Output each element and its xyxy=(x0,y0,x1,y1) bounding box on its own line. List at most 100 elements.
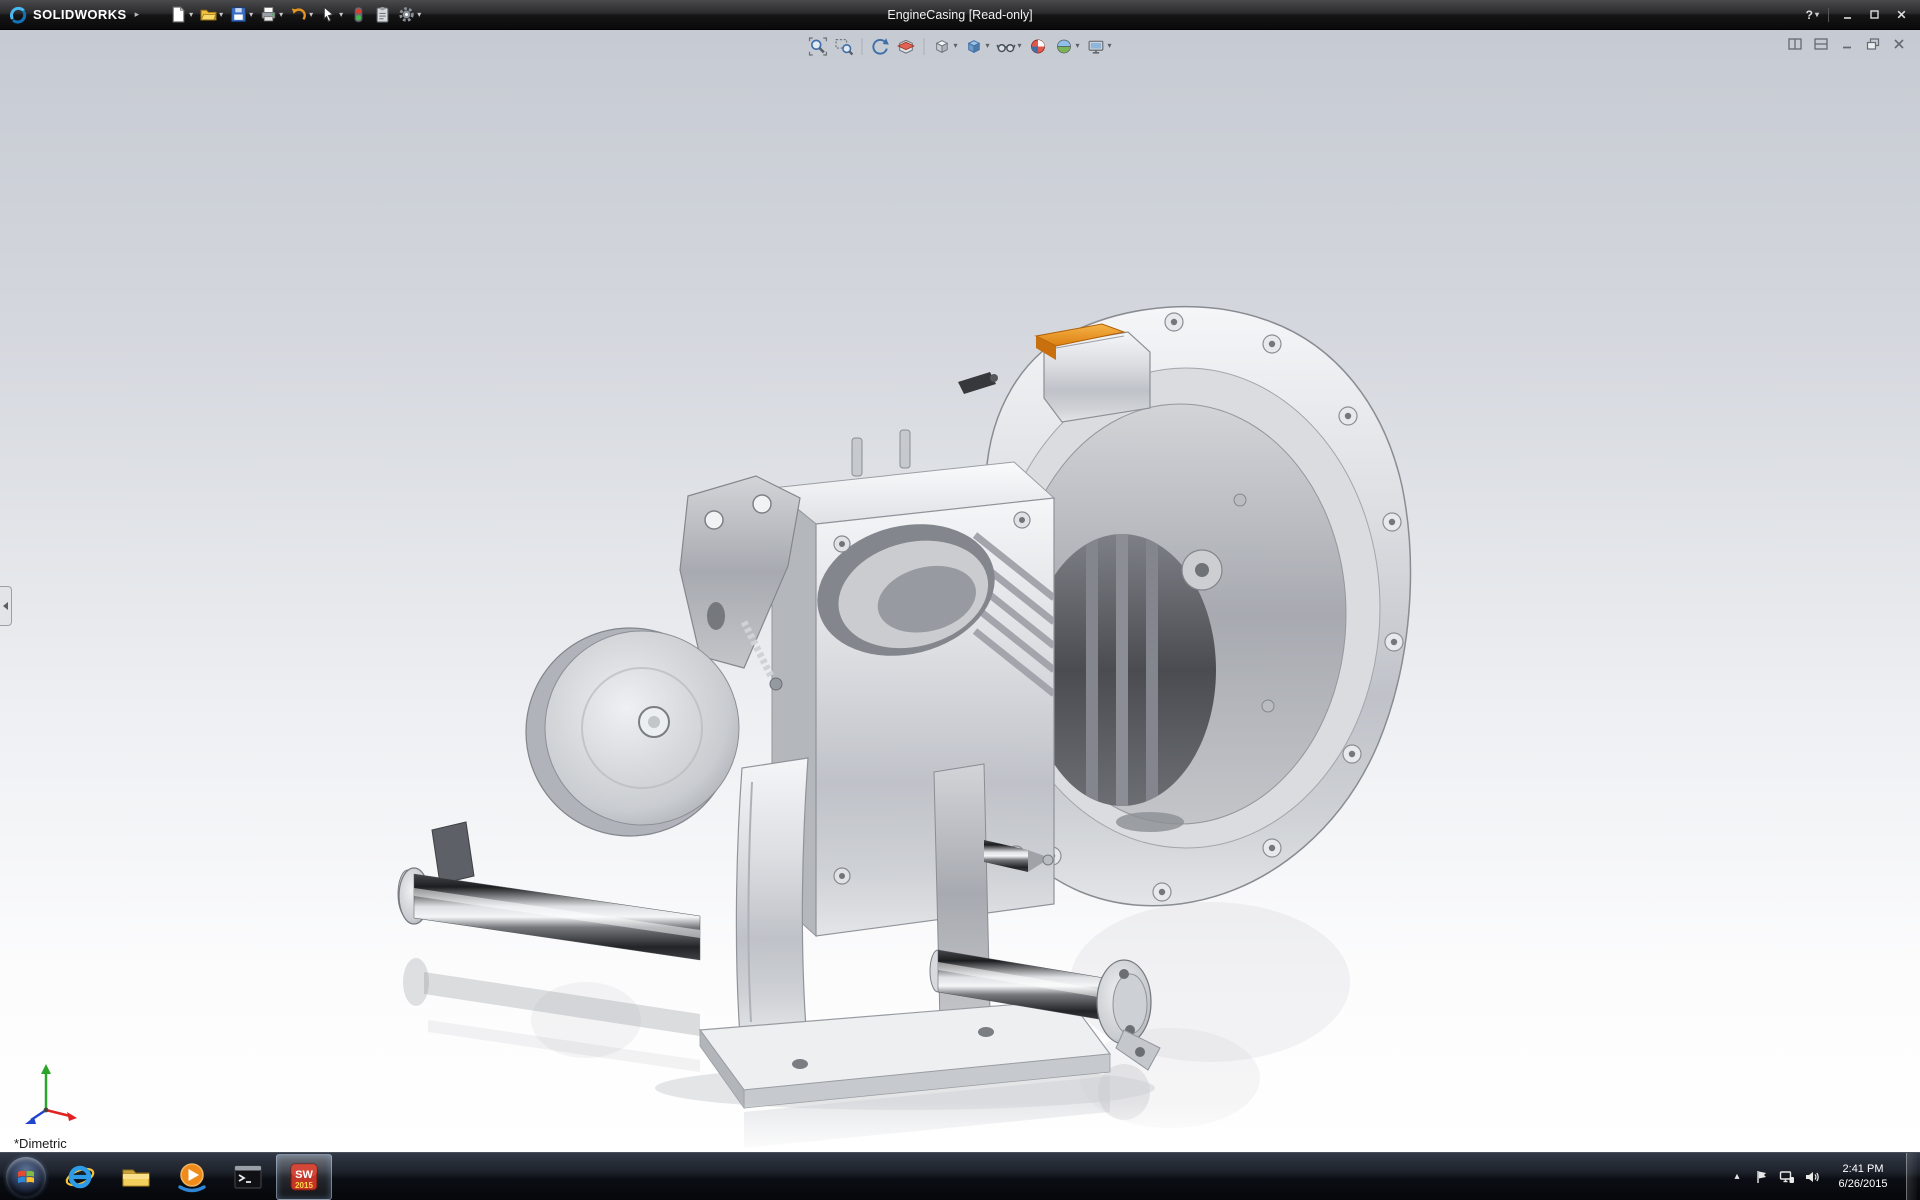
open-button[interactable]: ▾ xyxy=(197,3,226,27)
undo-arrow-icon xyxy=(290,6,307,23)
view-settings-button[interactable]: ▾ xyxy=(1084,34,1115,58)
windows-flag-icon xyxy=(16,1167,36,1187)
divider xyxy=(923,38,924,55)
view-orientation-button[interactable]: ▾ xyxy=(929,34,960,58)
dropdown-arrow-icon[interactable]: ▾ xyxy=(1017,42,1021,50)
solidworks-logo-icon xyxy=(8,5,28,25)
print-button[interactable]: ▾ xyxy=(257,3,286,27)
menu-expand-arrow-icon[interactable]: ▸ xyxy=(135,9,140,20)
chevron-left-icon xyxy=(3,602,8,610)
section-view-button[interactable] xyxy=(893,34,918,58)
minimize-button[interactable] xyxy=(1835,5,1860,25)
previous-view-button[interactable] xyxy=(867,34,892,58)
show-desktop-button[interactable] xyxy=(1906,1153,1917,1200)
sw-badge-text: 2015 xyxy=(295,1181,313,1190)
sw-logo-text: SW xyxy=(295,1169,313,1181)
rebuild-button[interactable] xyxy=(347,3,370,27)
graphics-viewport[interactable]: ▾ ▾ ▾ xyxy=(0,30,1920,1152)
dropdown-arrow-icon[interactable]: ▾ xyxy=(1076,42,1080,50)
clock-date: 6/26/2015 xyxy=(1829,1177,1897,1192)
document-minimize-button[interactable] xyxy=(1836,35,1858,53)
select-button[interactable]: ▾ xyxy=(317,3,346,27)
action-center-button[interactable] xyxy=(1754,1169,1770,1185)
options-button[interactable]: ▾ xyxy=(395,3,424,27)
help-label: ? xyxy=(1806,8,1813,22)
network-icon xyxy=(1779,1169,1795,1185)
document-minimize-icon xyxy=(1840,38,1854,50)
divider xyxy=(861,38,862,55)
document-close-button[interactable] xyxy=(1888,35,1910,53)
zoom-to-fit-icon xyxy=(808,37,827,56)
heads-up-view-toolbar: ▾ ▾ ▾ xyxy=(805,34,1114,58)
clutch-cover-disc[interactable] xyxy=(526,628,739,836)
support-shaft-left[interactable] xyxy=(398,822,700,960)
taskbar-windows-explorer[interactable] xyxy=(108,1154,164,1200)
taskbar-solidworks-2015[interactable]: SW 2015 xyxy=(276,1154,332,1200)
volume-button[interactable] xyxy=(1804,1169,1820,1185)
hide-show-glasses-icon xyxy=(996,37,1015,56)
close-button[interactable] xyxy=(1889,5,1914,25)
help-button[interactable]: ? ▾ xyxy=(1803,5,1822,25)
brand-text: SOLIDWORKS xyxy=(33,7,127,22)
taskbar-command-prompt[interactable] xyxy=(220,1154,276,1200)
print-icon xyxy=(260,6,277,23)
show-hidden-icons-button[interactable]: ▴ xyxy=(1729,1171,1745,1182)
featuremanager-collapse-tab[interactable] xyxy=(0,586,12,626)
dropdown-arrow-icon[interactable]: ▾ xyxy=(309,11,313,19)
base-plate[interactable] xyxy=(655,1000,1155,1110)
action-center-flag-icon xyxy=(1754,1169,1770,1185)
dropdown-arrow-icon[interactable]: ▾ xyxy=(1108,42,1112,50)
network-status-button[interactable] xyxy=(1779,1169,1795,1185)
dropdown-arrow-icon[interactable]: ▾ xyxy=(953,42,957,50)
maximize-button[interactable] xyxy=(1862,5,1887,25)
pane-split-icon xyxy=(1788,38,1802,50)
system-tray: ▴ xyxy=(1729,1153,1920,1200)
display-style-button[interactable]: ▾ xyxy=(961,34,992,58)
desktop-screen: SOLIDWORKS ▸ ▾ ▾ xyxy=(0,0,1920,1200)
new-button[interactable]: ▾ xyxy=(167,3,196,27)
open-folder-icon xyxy=(200,6,217,23)
edit-appearance-button[interactable] xyxy=(1026,34,1051,58)
rebuild-traffic-light-icon xyxy=(350,6,367,23)
taskbar-internet-explorer[interactable] xyxy=(52,1154,108,1200)
view-settings-icon xyxy=(1087,37,1106,56)
main-toolbar: ▾ ▾ ▾ xyxy=(167,3,424,27)
edit-appearance-ball-icon xyxy=(1029,37,1048,56)
pane-wide-button[interactable] xyxy=(1810,35,1832,53)
dropdown-arrow-icon[interactable]: ▾ xyxy=(279,11,283,19)
dropdown-arrow-icon[interactable]: ▾ xyxy=(417,11,421,19)
dropdown-arrow-icon[interactable]: ▾ xyxy=(339,11,343,19)
divider xyxy=(1828,8,1829,22)
view-orientation-cube-icon xyxy=(932,37,951,56)
clock-time: 2:41 PM xyxy=(1829,1162,1897,1177)
folder-icon xyxy=(120,1161,152,1193)
dropdown-arrow-icon[interactable]: ▾ xyxy=(189,11,193,19)
save-button[interactable]: ▾ xyxy=(227,3,256,27)
top-boss[interactable] xyxy=(958,324,1150,422)
dropdown-arrow-icon[interactable]: ▾ xyxy=(1815,11,1819,19)
taskbar-media-player[interactable] xyxy=(164,1154,220,1200)
zoom-to-fit-button[interactable] xyxy=(805,34,830,58)
pane-split-button[interactable] xyxy=(1784,35,1806,53)
pane-wide-icon xyxy=(1814,38,1828,50)
hide-show-items-button[interactable]: ▾ xyxy=(993,34,1024,58)
dropdown-arrow-icon[interactable]: ▾ xyxy=(985,42,989,50)
engine-casing-model-canvas[interactable] xyxy=(0,30,1920,1152)
start-button[interactable] xyxy=(0,1153,52,1200)
document-restore-button[interactable] xyxy=(1862,35,1884,53)
orientation-triad[interactable] xyxy=(20,1060,82,1128)
document-window-controls xyxy=(1784,35,1910,53)
zoom-to-area-button[interactable] xyxy=(831,34,856,58)
file-properties-button[interactable] xyxy=(371,3,394,27)
solidworks-app-icon: SW 2015 xyxy=(288,1161,320,1193)
taskbar-clock[interactable]: 2:41 PM 6/26/2015 xyxy=(1829,1162,1897,1192)
apply-scene-button[interactable]: ▾ xyxy=(1052,34,1083,58)
document-close-icon xyxy=(1892,38,1906,50)
undo-button[interactable]: ▾ xyxy=(287,3,316,27)
section-view-icon xyxy=(896,37,915,56)
view-orientation-label: *Dimetric xyxy=(14,1136,67,1151)
select-cursor-icon xyxy=(320,6,337,23)
dropdown-arrow-icon[interactable]: ▾ xyxy=(219,11,223,19)
previous-view-icon xyxy=(870,37,889,56)
dropdown-arrow-icon[interactable]: ▾ xyxy=(249,11,253,19)
